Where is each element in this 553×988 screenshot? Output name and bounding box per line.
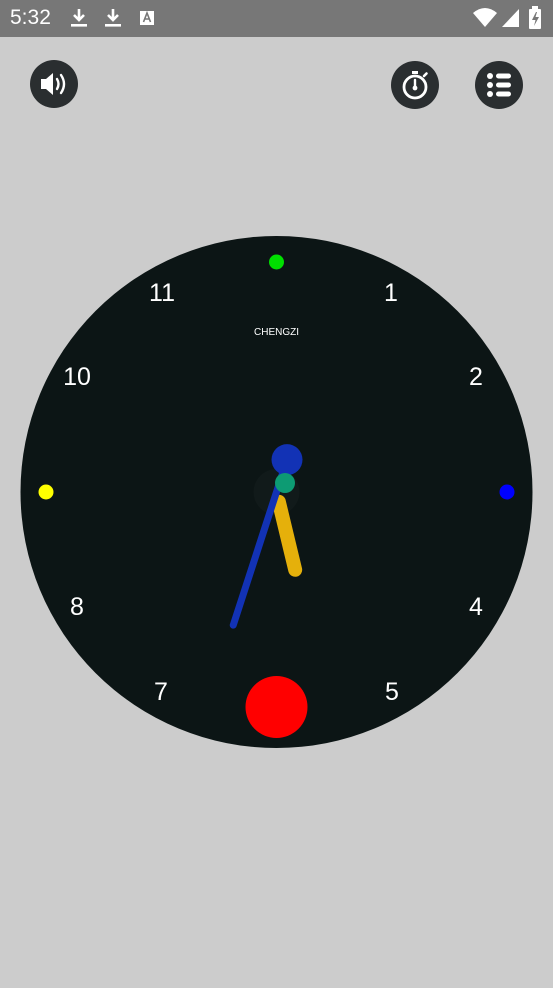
top-marker-dot [269,254,284,270]
right-marker-dot [499,484,515,500]
hour-label-1: 1 [384,279,398,307]
hour-label-8: 8 [70,593,84,621]
hour-label-5: 5 [385,678,399,706]
analog-clock: CHENGZI 1 2 4 5 7 8 10 11 [20,236,533,748]
minute-hand-tail [271,444,303,476]
clock-center-dot [275,473,295,493]
bottom-marker-button[interactable] [245,676,308,738]
clock-brand-label: CHENGZI [254,327,299,338]
hour-label-2: 2 [469,363,483,391]
clock-area: CHENGZI 1 2 4 5 7 8 10 11 [0,0,553,984]
hour-label-4: 4 [469,593,483,621]
hour-label-11: 11 [149,279,175,307]
hour-label-10: 10 [63,363,91,391]
hour-label-7: 7 [154,678,168,706]
left-marker-dot [38,484,54,500]
